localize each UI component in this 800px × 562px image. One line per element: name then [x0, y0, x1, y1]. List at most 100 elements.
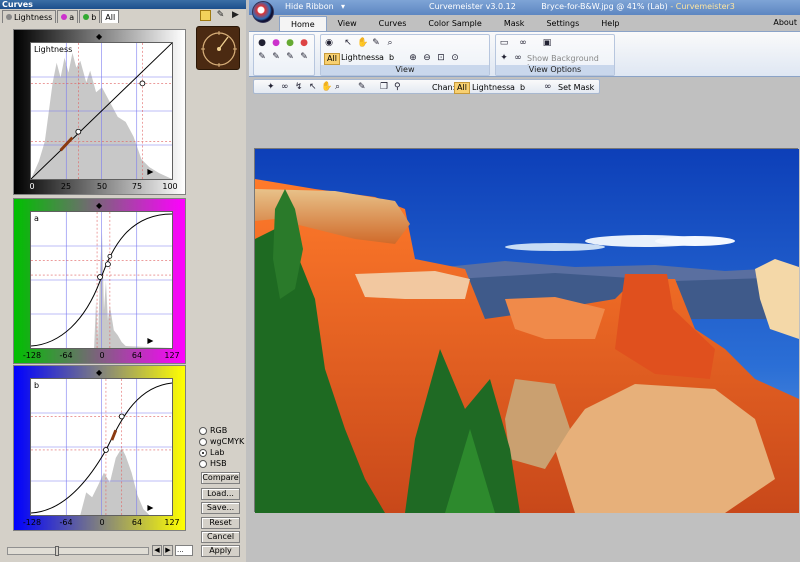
b-curve-panel: ◆ ▶ b -128 -64 0 64 127: [13, 365, 186, 531]
chan-lightness[interactable]: Lightness: [472, 83, 510, 92]
mask-icon[interactable]: ∞: [518, 38, 528, 48]
radio-hsb[interactable]: HSB: [199, 458, 244, 469]
image-icon[interactable]: ▣: [542, 38, 552, 48]
tab-settings[interactable]: Settings: [535, 16, 590, 31]
slider-thumb[interactable]: [55, 546, 59, 556]
horizontal-slider[interactable]: [7, 546, 149, 556]
compare-button[interactable]: Compare: [201, 472, 240, 484]
pointer-icon[interactable]: ↖: [343, 38, 353, 48]
b-curve-plot[interactable]: ▶ b: [30, 378, 173, 516]
eyedropper-icon[interactable]: ✎: [358, 82, 366, 92]
zoom-in-icon[interactable]: ⊕: [408, 53, 418, 63]
ribbon-group-view: ◉ ↖ ✋ ✎ ⌕ All Lightness a b ⊕ ⊖ ⊡ ⊙ View: [320, 34, 490, 76]
lightness-curve-panel: ◆ ▶ Lightness 0 25 50 75 100: [13, 29, 186, 195]
hide-ribbon-button[interactable]: Hide Ribbon: [285, 2, 334, 11]
tab-b[interactable]: b: [79, 10, 101, 23]
chan-b[interactable]: b: [520, 83, 525, 92]
mask-icon[interactable]: ∞: [513, 53, 523, 63]
lab-icon[interactable]: ●: [285, 38, 295, 48]
view-channel-a[interactable]: a: [377, 53, 386, 63]
rgb-icon[interactable]: ●: [257, 38, 267, 48]
window-titlebar: Hide Ribbon ▾ Curvemeister v3.0.12 Bryce…: [249, 0, 800, 15]
tab-mask[interactable]: Mask: [493, 16, 536, 31]
view-channel-lightness[interactable]: Lightness: [339, 53, 381, 63]
lightness-label: Lightness: [34, 45, 73, 54]
radio-wgcmyk[interactable]: wgCMYK: [199, 436, 244, 447]
zoom-icon[interactable]: ⌕: [385, 38, 395, 48]
a-curve-panel: ◆ ▶ a -128 -64 0 64 127: [13, 198, 186, 364]
view-channel-all[interactable]: All: [324, 53, 340, 65]
pen-icon[interactable]: ✎: [257, 52, 267, 62]
palette-icon[interactable]: ◉: [324, 38, 334, 48]
layers-icon[interactable]: ▭: [499, 38, 509, 48]
ribbon: ● ● ● ● ✎ ✎ ✎ ✎ ◉ ↖ ✋ ✎ ⌕ All Lightness …: [249, 31, 800, 77]
quick-access-dropdown-icon[interactable]: ▾: [341, 2, 345, 11]
tab-all[interactable]: All: [101, 10, 120, 23]
tab-home[interactable]: Home: [279, 16, 327, 31]
folder-icon[interactable]: [200, 10, 211, 21]
pointer-icon[interactable]: ↖: [309, 82, 317, 92]
tab-a[interactable]: a: [57, 10, 79, 23]
cancel-button[interactable]: Cancel: [201, 531, 240, 543]
view-options-group-label: View Options: [496, 65, 614, 75]
zoom-fit-icon[interactable]: ⊡: [436, 53, 446, 63]
chan-label: Chan:: [432, 83, 456, 92]
link-icon[interactable]: ⚲: [394, 82, 401, 92]
lightness-curve-plot[interactable]: ▶ Lightness: [30, 42, 173, 180]
tab-lightness[interactable]: Lightness: [2, 10, 57, 23]
pen-icon[interactable]: ✎: [299, 52, 309, 62]
tab-help[interactable]: Help: [590, 16, 630, 31]
sample-icon[interactable]: ✦: [267, 82, 275, 92]
sample-icon[interactable]: ✦: [499, 53, 509, 63]
zoom-out-icon[interactable]: ⊖: [422, 53, 432, 63]
eyedropper-icon[interactable]: ✎: [215, 10, 226, 21]
view-group-label: View: [321, 65, 489, 75]
radio-lab[interactable]: Lab: [199, 447, 244, 458]
tab-view[interactable]: View: [327, 16, 368, 31]
eyedropper-icon[interactable]: ✎: [371, 38, 381, 48]
chan-all[interactable]: All: [454, 82, 470, 94]
tab-curves[interactable]: Curves: [368, 16, 418, 31]
hand-icon[interactable]: ✋: [357, 38, 368, 48]
b-channel-icon: [83, 14, 90, 20]
reset-button[interactable]: Reset: [201, 517, 240, 529]
ribbon-tabs: Home View Curves Color Sample Mask Setti…: [279, 16, 631, 31]
hsb-icon[interactable]: ●: [299, 38, 309, 48]
set-mask-button[interactable]: Set Mask: [558, 83, 594, 92]
hand-icon[interactable]: ✋: [321, 82, 332, 92]
copy-icon[interactable]: ❐: [380, 82, 388, 92]
pen-icon[interactable]: ✎: [271, 52, 281, 62]
zoom-icon[interactable]: ⌕: [335, 82, 340, 92]
hue-dial[interactable]: [196, 26, 240, 70]
chan-a[interactable]: a: [510, 83, 515, 92]
color-mode-group: RGB wgCMYK Lab HSB: [199, 425, 244, 469]
lightness-icon: [6, 14, 12, 20]
view-channel-b[interactable]: b: [387, 53, 396, 63]
b-label: b: [34, 381, 40, 390]
svg-text:▶: ▶: [147, 336, 154, 345]
a-label: a: [34, 214, 39, 223]
window-title: Curvemeister v3.0.12 Bryce-for-B&W.jpg @…: [429, 2, 735, 11]
radio-rgb[interactable]: RGB: [199, 425, 244, 436]
curve-tool-icon[interactable]: ↯: [295, 82, 303, 92]
load-button[interactable]: Load...: [201, 488, 240, 500]
main-window: Hide Ribbon ▾ Curvemeister v3.0.12 Bryce…: [249, 0, 800, 562]
mask-icon[interactable]: ∞: [281, 82, 289, 92]
apply-button[interactable]: Apply: [201, 545, 240, 557]
panel-tools: ✎ ▶: [200, 10, 241, 21]
save-button[interactable]: Save...: [201, 502, 240, 514]
app-logo-icon[interactable]: [252, 1, 274, 23]
a-curve-plot[interactable]: ▶ a: [30, 211, 173, 349]
zoom-actual-icon[interactable]: ⊙: [450, 53, 460, 63]
slider-value-box[interactable]: ...: [175, 545, 193, 556]
about-link[interactable]: About: [773, 18, 797, 27]
scroll-right-icon[interactable]: ▶: [163, 545, 173, 556]
scroll-left-icon[interactable]: ◀: [152, 545, 162, 556]
svg-text:▶: ▶: [147, 503, 154, 512]
photo-canvas[interactable]: [254, 148, 799, 513]
pen-icon[interactable]: ✎: [285, 52, 295, 62]
mask-icon[interactable]: ∞: [544, 82, 552, 92]
tab-color-sample[interactable]: Color Sample: [417, 16, 492, 31]
play-icon[interactable]: ▶: [230, 10, 241, 21]
cmyk-icon[interactable]: ●: [271, 38, 281, 48]
